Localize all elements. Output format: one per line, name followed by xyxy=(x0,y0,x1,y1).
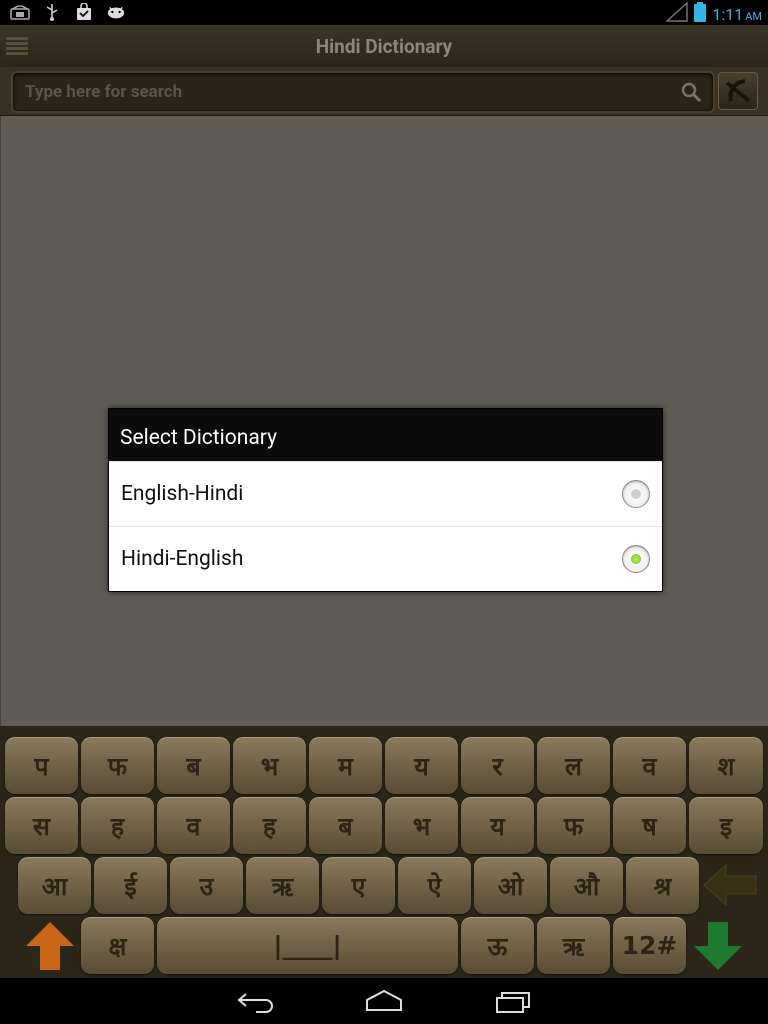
key[interactable]: ब xyxy=(309,797,382,854)
key[interactable]: आ xyxy=(18,857,91,914)
key[interactable]: भ xyxy=(233,737,306,794)
key[interactable]: ष xyxy=(613,797,686,854)
swap-dictionary-icon xyxy=(725,79,751,103)
key[interactable]: इ xyxy=(689,797,763,854)
key[interactable]: ओ xyxy=(474,857,547,914)
key[interactable]: भ xyxy=(385,797,458,854)
backspace-arrow-icon[interactable] xyxy=(702,862,758,908)
space-key[interactable]: |____| xyxy=(157,917,458,974)
key[interactable]: फ xyxy=(81,737,154,794)
home-icon[interactable] xyxy=(364,988,404,1014)
radio-english-hindi[interactable] xyxy=(622,480,650,508)
search-input[interactable] xyxy=(23,78,667,106)
key[interactable]: ऊ xyxy=(461,917,534,974)
status-bar: 1:11 AM xyxy=(0,0,768,25)
app-title: Hindi Dictionary xyxy=(315,35,453,58)
dialog-title: Select Dictionary xyxy=(109,409,662,461)
clock-ampm: AM xyxy=(745,9,762,23)
shift-up-arrow-icon[interactable] xyxy=(24,920,76,972)
key[interactable]: ऋ xyxy=(246,857,319,914)
numbers-key[interactable]: 12# xyxy=(613,917,686,974)
phone-icon xyxy=(10,3,30,21)
key[interactable]: औ xyxy=(550,857,623,914)
select-dictionary-dialog: Select Dictionary English-Hindi Hindi-En… xyxy=(108,408,663,592)
key[interactable]: ह xyxy=(233,797,306,854)
search-bar xyxy=(0,67,768,116)
key[interactable]: फ xyxy=(537,797,610,854)
key[interactable]: प xyxy=(5,737,78,794)
radio-hindi-english[interactable] xyxy=(622,545,650,573)
key[interactable]: व xyxy=(613,737,686,794)
battery-icon xyxy=(694,2,707,26)
key[interactable]: क्ष xyxy=(81,917,154,974)
usb-icon xyxy=(42,3,62,21)
key[interactable]: र xyxy=(461,737,534,794)
option-english-hindi[interactable]: English-Hindi xyxy=(109,461,662,526)
option-label: Hindi-English xyxy=(121,547,244,571)
app-header: Hindi Dictionary xyxy=(0,25,768,68)
swap-dictionary-button[interactable] xyxy=(718,72,758,110)
key[interactable]: ऋ xyxy=(537,917,610,974)
navigation-bar xyxy=(0,978,768,1024)
search-box xyxy=(11,71,715,113)
signal-icon xyxy=(665,1,689,26)
down-arrow-icon[interactable] xyxy=(692,920,744,972)
shopping-bag-icon xyxy=(74,3,94,21)
key[interactable]: ह xyxy=(81,797,154,854)
option-label: English-Hindi xyxy=(121,482,244,506)
option-hindi-english[interactable]: Hindi-English xyxy=(109,526,662,591)
search-icon[interactable] xyxy=(679,80,703,104)
android-debug-icon xyxy=(106,3,126,21)
key[interactable]: ए xyxy=(322,857,395,914)
hindi-keyboard: प फ ब भ म य र ल व श स ह व ह ब भ य फ ष इ … xyxy=(0,726,768,978)
key[interactable]: य xyxy=(461,797,534,854)
key[interactable]: ल xyxy=(537,737,610,794)
key[interactable]: उ xyxy=(170,857,243,914)
back-icon[interactable] xyxy=(236,988,276,1014)
recent-apps-icon[interactable] xyxy=(494,988,534,1014)
key[interactable]: श्र xyxy=(626,857,699,914)
key[interactable]: म xyxy=(309,737,382,794)
key[interactable]: ई xyxy=(94,857,167,914)
key[interactable]: ब xyxy=(157,737,230,794)
key[interactable]: ऐ xyxy=(398,857,471,914)
clock-time: 1:11 xyxy=(712,4,744,24)
key[interactable]: श xyxy=(689,737,763,794)
key[interactable]: स xyxy=(5,797,78,854)
key[interactable]: व xyxy=(157,797,230,854)
key[interactable]: य xyxy=(385,737,458,794)
